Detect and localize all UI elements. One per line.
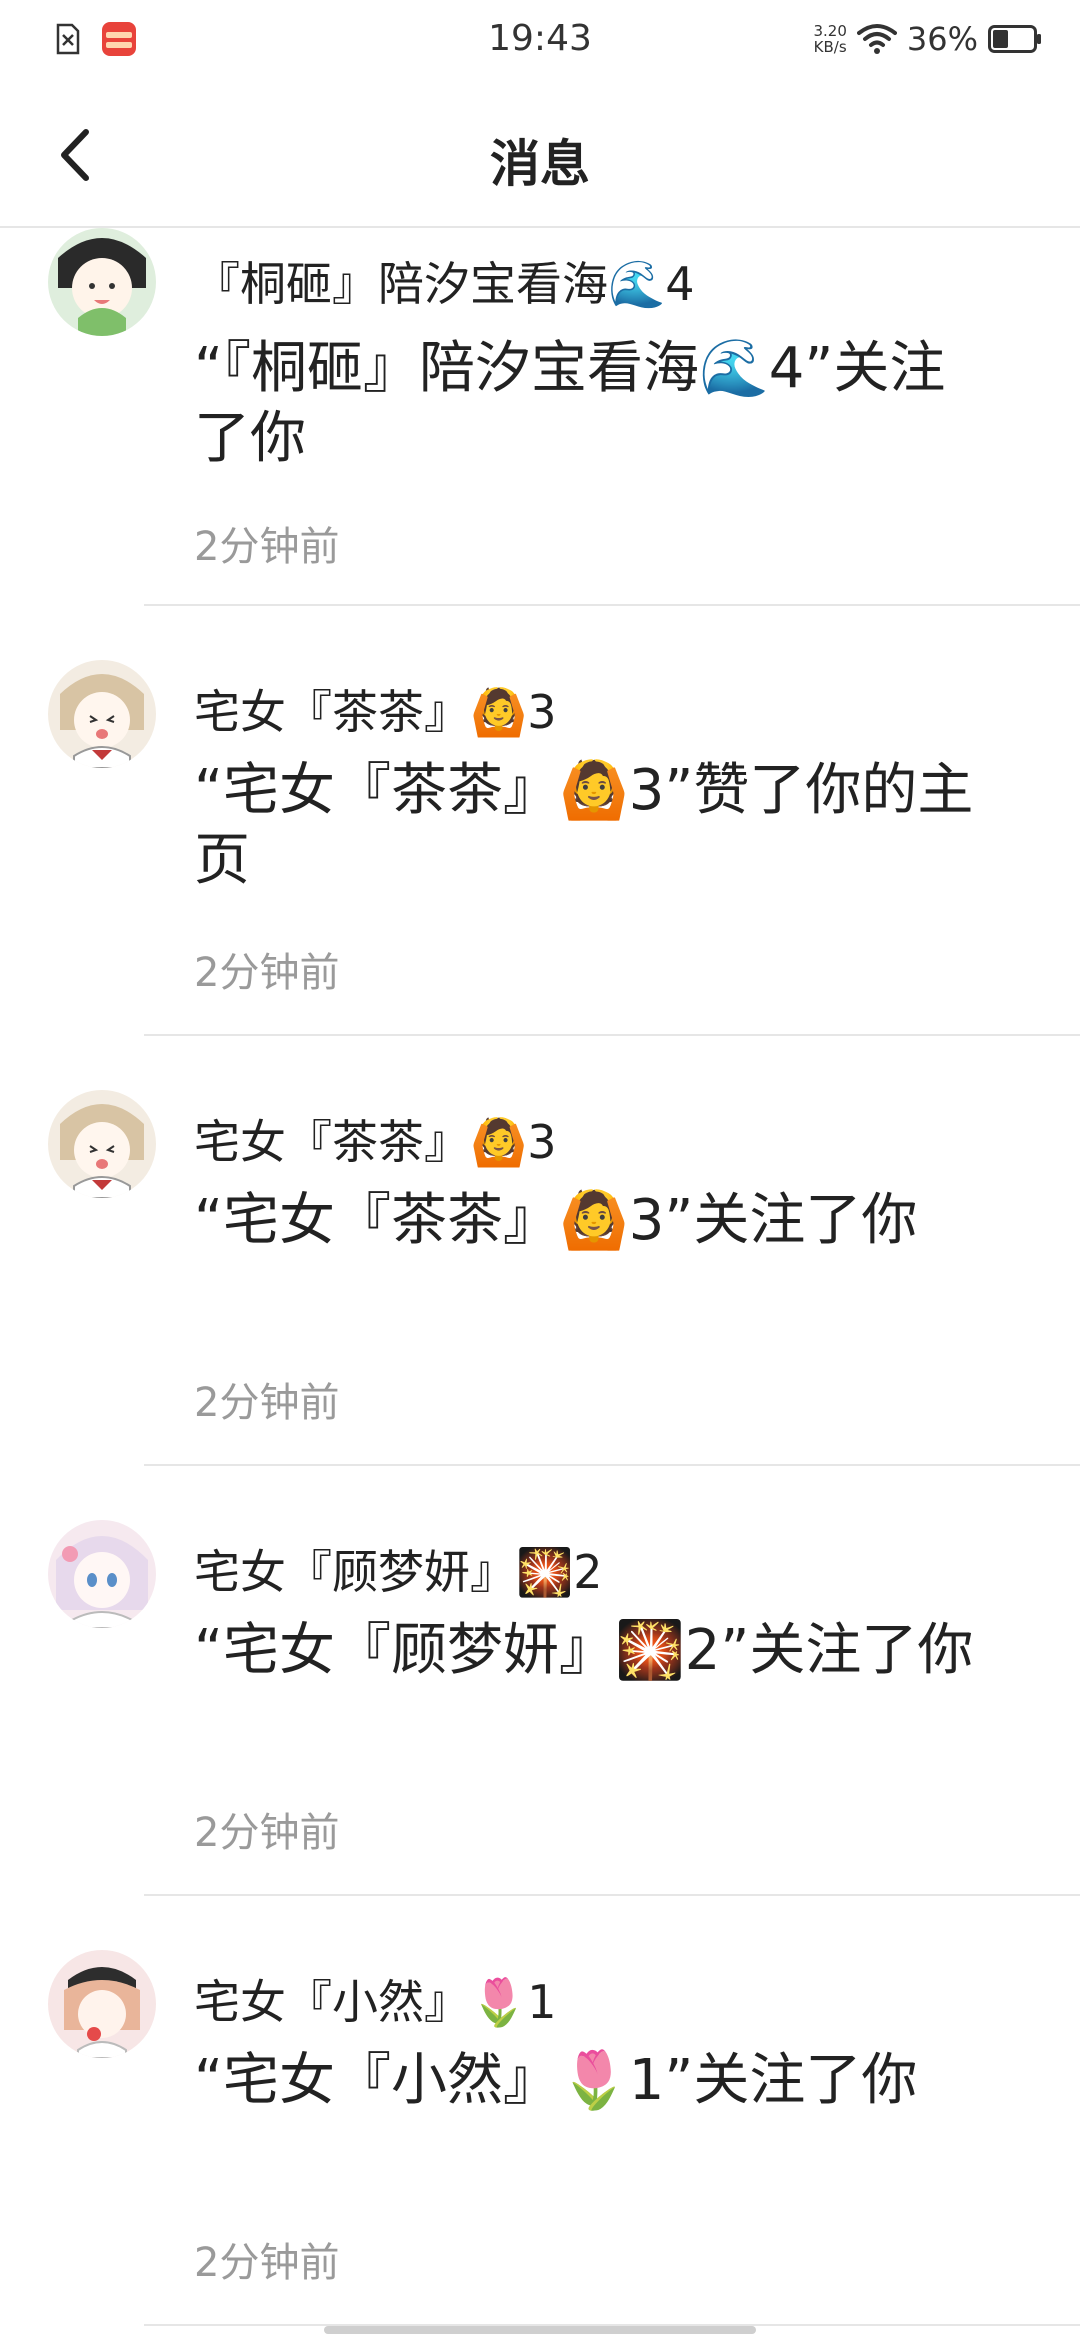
message-text: “宅女『茶茶』🙆3”赞了你的主页 — [194, 758, 974, 893]
sender-name: 宅女『小然』🌷1 — [194, 1975, 557, 2029]
message-text: “宅女『顾梦妍』🎇2”关注了你 — [194, 1618, 974, 1683]
avatar[interactable] — [48, 1950, 156, 2058]
message-time: 2分钟前 — [194, 1380, 340, 1426]
home-indicator[interactable] — [324, 2326, 756, 2334]
sender-name: 宅女『茶茶』🙆3 — [194, 1115, 557, 1169]
status-bar-right: 3.20 KB/s 36% — [813, 20, 1042, 58]
sender-name: 宅女『茶茶』🙆3 — [194, 685, 557, 739]
battery-icon — [988, 25, 1042, 53]
avatar[interactable] — [48, 660, 156, 768]
message-text: “『桐砸』陪汐宝看海🌊4”关注了你 — [194, 336, 946, 471]
header: 消息 — [0, 84, 1080, 228]
avatar[interactable] — [48, 1520, 156, 1628]
page-title: 消息 — [490, 135, 590, 193]
avatar[interactable] — [48, 228, 156, 336]
list-item[interactable]: 『桐砸』陪汐宝看海🌊4 “『桐砸』陪汐宝看海🌊4”关注了你 2分钟前 — [0, 226, 1080, 656]
message-time: 2分钟前 — [194, 1810, 340, 1856]
avatar[interactable] — [48, 1090, 156, 1198]
network-speed-unit: KB/s — [813, 38, 847, 56]
status-bar: 19:43 3.20 KB/s 36% — [0, 0, 1080, 84]
list-item[interactable]: 宅女『小然』🌷1 “宅女『小然』🌷1”关注了你 2分钟前 — [0, 1896, 1080, 2326]
network-speed-value: 3.20 — [813, 22, 847, 40]
list-item[interactable]: 宅女『茶茶』🙆3 “宅女『茶茶』🙆3”关注了你 2分钟前 — [0, 1036, 1080, 1466]
list-item[interactable]: 宅女『茶茶』🙆3 “宅女『茶茶』🙆3”赞了你的主页 2分钟前 — [0, 606, 1080, 1036]
sender-name: 宅女『顾梦妍』🎇2 — [194, 1545, 603, 1599]
list-item[interactable]: 宅女『顾梦妍』🎇2 “宅女『顾梦妍』🎇2”关注了你 2分钟前 — [0, 1466, 1080, 1896]
message-text: “宅女『小然』🌷1”关注了你 — [194, 2048, 918, 2113]
message-time: 2分钟前 — [194, 524, 340, 570]
message-text: “宅女『茶茶』🙆3”关注了你 — [194, 1188, 918, 1253]
wifi-icon — [856, 23, 897, 55]
battery-percentage: 36% — [906, 20, 978, 58]
network-speed: 3.20 KB/s — [813, 23, 846, 55]
sender-name: 『桐砸』陪汐宝看海🌊4 — [194, 257, 695, 311]
message-time: 2分钟前 — [194, 950, 340, 996]
message-time: 2分钟前 — [194, 2240, 340, 2286]
